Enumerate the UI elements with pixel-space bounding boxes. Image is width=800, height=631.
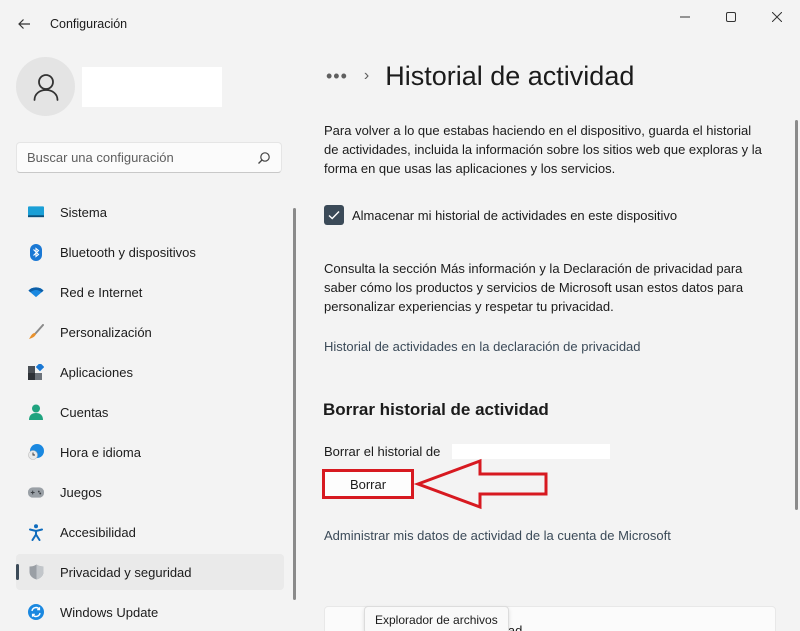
store-history-checkbox[interactable] xyxy=(324,205,344,225)
apps-icon xyxy=(28,364,44,380)
profile-name-redacted xyxy=(82,67,222,107)
search-icon[interactable] xyxy=(257,151,271,165)
store-history-checkbox-row[interactable]: Almacenar mi historial de actividades en… xyxy=(324,205,677,225)
minimize-button[interactable] xyxy=(662,4,708,30)
sidebar-item-accesibilidad[interactable]: Accesibilidad xyxy=(16,514,284,550)
accessibility-icon xyxy=(28,523,44,541)
chevron-right-icon: › xyxy=(363,67,370,84)
sidebar-item-sistema[interactable]: Sistema xyxy=(16,194,284,230)
arrow-left-icon xyxy=(18,19,30,29)
clear-history-account-redacted xyxy=(452,444,610,459)
sidebar-item-personalizacion[interactable]: Personalización xyxy=(16,314,284,350)
close-icon xyxy=(772,12,782,22)
sidebar-item-juegos[interactable]: Juegos xyxy=(16,474,284,510)
maximize-button[interactable] xyxy=(708,4,754,30)
sidebar-item-cuentas[interactable]: Cuentas xyxy=(16,394,284,430)
sidebar-item-windows-update[interactable]: Windows Update xyxy=(16,594,284,630)
privacy-statement-link[interactable]: Historial de actividades en la declaraci… xyxy=(324,339,641,354)
update-icon xyxy=(28,604,44,620)
sidebar-item-hora[interactable]: Hora e idioma xyxy=(16,434,284,470)
maximize-icon xyxy=(726,12,736,22)
sidebar-scrollbar[interactable] xyxy=(293,208,296,600)
wifi-icon xyxy=(28,284,44,300)
clear-button[interactable]: Borrar xyxy=(322,469,414,499)
search-input[interactable] xyxy=(27,143,247,172)
checkmark-icon xyxy=(328,211,340,220)
avatar[interactable] xyxy=(16,57,75,116)
page-title: Historial de actividad xyxy=(385,60,635,91)
selection-indicator xyxy=(16,564,19,580)
breadcrumb-more-button[interactable]: ••• xyxy=(326,66,348,87)
tooltip: Explorador de archivos xyxy=(364,606,509,631)
search-box[interactable] xyxy=(16,142,282,173)
content-scrollbar[interactable] xyxy=(795,120,798,510)
sidebar-nav: Sistema Bluetooth y dispositivos Red e I… xyxy=(16,194,284,631)
person-icon xyxy=(33,73,58,101)
sidebar-item-bluetooth[interactable]: Bluetooth y dispositivos xyxy=(16,234,284,270)
close-button[interactable] xyxy=(754,4,800,30)
shield-icon xyxy=(28,564,44,580)
arrow-left-annotation-icon xyxy=(414,458,548,510)
bluetooth-icon xyxy=(28,243,44,261)
minimize-icon xyxy=(680,16,690,18)
clear-history-title: Borrar historial de actividad xyxy=(323,400,549,419)
monitor-icon xyxy=(28,204,44,220)
sidebar-item-red[interactable]: Red e Internet xyxy=(16,274,284,310)
sidebar-item-aplicaciones[interactable]: Aplicaciones xyxy=(16,354,284,390)
title-bar: Configuración xyxy=(0,0,800,48)
account-icon xyxy=(28,404,44,420)
manage-activity-data-link[interactable]: Administrar mis datos de actividad de la… xyxy=(324,528,671,543)
globe-clock-icon xyxy=(28,444,44,460)
brush-icon xyxy=(28,324,44,340)
activity-description: Para volver a lo que estabas haciendo en… xyxy=(324,123,762,176)
back-button[interactable] xyxy=(12,12,36,36)
gamepad-icon xyxy=(28,484,44,500)
store-history-label: Almacenar mi historial de actividades en… xyxy=(352,207,678,223)
privacy-description: Consulta la sección Más información y la… xyxy=(324,261,744,314)
breadcrumb: ••• › Historial de actividad xyxy=(326,56,634,96)
clear-history-label: Borrar el historial de xyxy=(324,444,441,459)
app-title: Configuración xyxy=(50,17,128,31)
sidebar-item-privacidad[interactable]: Privacidad y seguridad xyxy=(16,554,284,590)
